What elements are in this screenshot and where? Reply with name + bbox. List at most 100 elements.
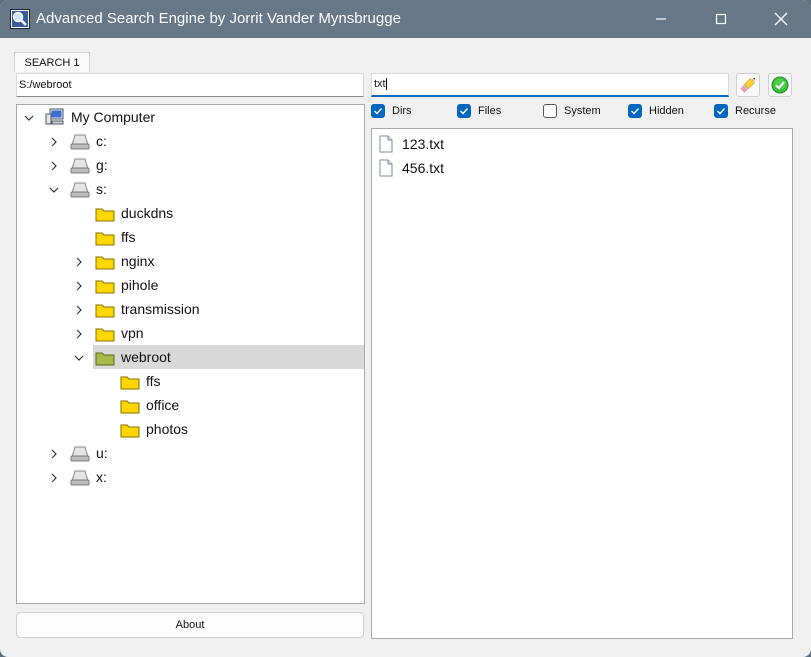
chevron-down-icon[interactable]	[23, 112, 35, 124]
tree-label: ffs	[146, 373, 161, 389]
filter-options: Dirs Files System Hidden Recurse	[371, 104, 811, 124]
filter-system[interactable]: System	[543, 104, 601, 118]
result-name: 123.txt	[402, 136, 445, 152]
tree-item-folder-office[interactable]: office	[17, 394, 364, 418]
tree-label: c:	[96, 133, 107, 149]
folder-icon	[95, 232, 115, 246]
folder-icon	[95, 280, 115, 294]
tree-item-folder-pihole[interactable]: pihole	[17, 274, 364, 298]
tree-label: u:	[96, 445, 108, 461]
filter-files-label: Files	[478, 105, 502, 117]
tree-item-drive-x[interactable]: x:	[17, 466, 364, 490]
text-caret	[385, 78, 387, 91]
tree-label: photos	[146, 421, 189, 437]
green-check-icon	[771, 76, 789, 94]
chevron-right-icon[interactable]	[73, 256, 85, 268]
tree-item-folder-duckdns[interactable]: duckdns	[17, 202, 364, 226]
folder-open-icon	[95, 352, 115, 366]
directory-tree[interactable]: My Computer c: g: s: duckdns ffs nginx p…	[16, 104, 365, 604]
drive-icon	[70, 182, 90, 198]
chevron-right-icon[interactable]	[73, 280, 85, 292]
tree-item-folder-transmission[interactable]: transmission	[17, 298, 364, 322]
close-icon	[774, 12, 788, 26]
tree-label: pihole	[121, 277, 159, 293]
chevron-down-icon[interactable]	[48, 184, 60, 196]
checkbox-files[interactable]	[457, 104, 471, 118]
tree-item-folder-photos[interactable]: photos	[17, 418, 364, 442]
tree-item-drive-s[interactable]: s:	[17, 178, 364, 202]
tree-label: x:	[96, 469, 107, 485]
chevron-down-icon[interactable]	[73, 352, 85, 364]
close-button[interactable]	[752, 0, 810, 38]
result-name: 456.txt	[402, 160, 445, 176]
chevron-right-icon[interactable]	[73, 304, 85, 316]
pencil-eraser-icon	[740, 77, 756, 93]
tree-label: transmission	[121, 301, 200, 317]
tree-item-drive-g[interactable]: g:	[17, 154, 364, 178]
filter-recurse[interactable]: Recurse	[714, 104, 776, 118]
filter-dirs[interactable]: Dirs	[371, 104, 412, 118]
clear-button[interactable]	[736, 73, 760, 97]
chevron-right-icon[interactable]	[48, 472, 60, 484]
maximize-button[interactable]	[692, 0, 750, 38]
tree-label: nginx	[121, 253, 155, 269]
tree-item-drive-c[interactable]: c:	[17, 130, 364, 154]
filter-hidden[interactable]: Hidden	[628, 104, 684, 118]
checkbox-system[interactable]	[543, 104, 557, 118]
search-input[interactable]: txt	[371, 73, 729, 97]
tab-bar: SEARCH 1	[0, 38, 811, 72]
check-icon	[460, 108, 469, 115]
result-item[interactable]: 123.txt	[378, 133, 444, 155]
drive-icon	[70, 158, 90, 174]
drive-icon	[70, 446, 90, 462]
tree-item-folder-nginx[interactable]: nginx	[17, 250, 364, 274]
checkbox-dirs[interactable]	[371, 104, 385, 118]
folder-icon	[95, 256, 115, 270]
checkbox-recurse[interactable]	[714, 104, 728, 118]
drive-icon	[70, 134, 90, 150]
computer-icon	[45, 108, 64, 125]
app-logo-icon	[10, 9, 30, 29]
window-title: Advanced Search Engine by Jorrit Vander …	[36, 10, 401, 27]
tree-label: My Computer	[71, 109, 156, 125]
filter-files[interactable]: Files	[457, 104, 501, 118]
filter-hidden-label: Hidden	[649, 105, 684, 117]
about-button[interactable]: About	[16, 612, 364, 638]
check-icon	[374, 108, 383, 115]
minimize-button[interactable]	[632, 0, 690, 38]
tree-label: vpn	[121, 325, 144, 341]
chevron-right-icon[interactable]	[73, 328, 85, 340]
filter-recurse-label: Recurse	[735, 105, 776, 117]
app-window: Advanced Search Engine by Jorrit Vander …	[0, 0, 811, 657]
tree-item-folder-webroot-ffs[interactable]: ffs	[17, 370, 364, 394]
checkbox-hidden[interactable]	[628, 104, 642, 118]
check-icon	[631, 108, 640, 115]
tab-search-1[interactable]: SEARCH 1	[14, 52, 90, 72]
maximize-icon	[715, 13, 727, 25]
minimize-icon	[656, 18, 666, 20]
folder-icon	[120, 424, 140, 438]
tree-item-folder-ffs[interactable]: ffs	[17, 226, 364, 250]
chevron-right-icon[interactable]	[48, 136, 60, 148]
go-button[interactable]	[768, 73, 792, 97]
tree-label: g:	[96, 157, 108, 173]
tree-label: duckdns	[121, 205, 174, 221]
results-list[interactable]: 123.txt 456.txt	[371, 128, 793, 639]
chevron-right-icon[interactable]	[48, 448, 60, 460]
path-input[interactable]: S:/webroot	[16, 73, 364, 97]
tree-item-my-computer[interactable]: My Computer	[17, 106, 364, 130]
drive-icon	[70, 470, 90, 486]
tree-label: office	[146, 397, 180, 413]
chevron-right-icon[interactable]	[48, 160, 60, 172]
search-value: txt	[374, 78, 386, 90]
tree-item-folder-vpn[interactable]: vpn	[17, 322, 364, 346]
filter-dirs-label: Dirs	[392, 105, 412, 117]
filter-system-label: System	[564, 105, 601, 117]
tree-item-folder-webroot[interactable]: webroot	[17, 346, 364, 370]
folder-icon	[120, 376, 140, 390]
result-item[interactable]: 456.txt	[378, 157, 444, 179]
folder-icon	[95, 304, 115, 318]
tree-label: webroot	[121, 349, 171, 365]
tree-item-drive-u[interactable]: u:	[17, 442, 364, 466]
tree-label: ffs	[121, 229, 136, 245]
